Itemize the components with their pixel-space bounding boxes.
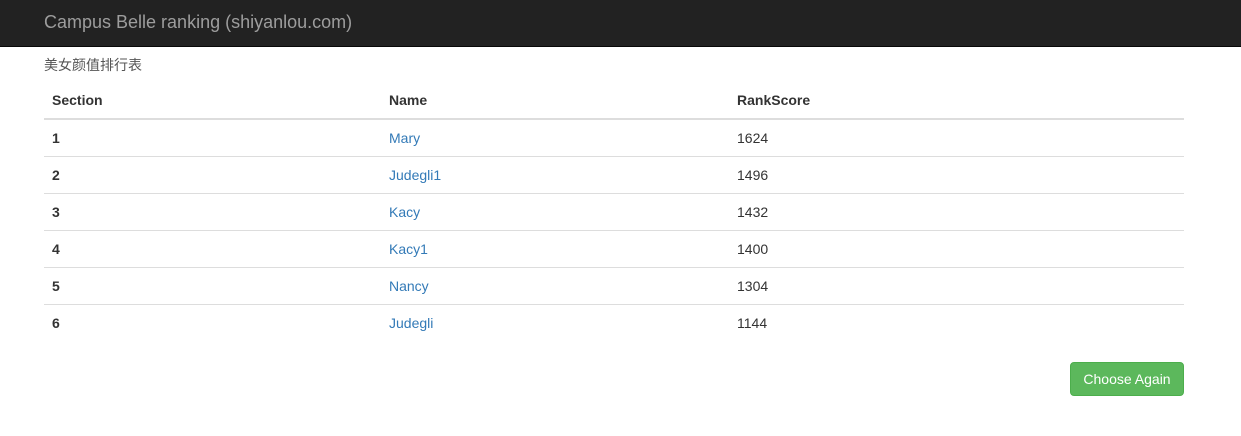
ranking-table: Section Name RankScore 1 Mary 1624 2 Jud… — [44, 82, 1184, 341]
name-cell: Kacy1 — [381, 230, 729, 268]
table-row: 5 Nancy 1304 — [44, 267, 1184, 305]
column-header-section: Section — [44, 82, 381, 120]
name-link[interactable]: Mary — [389, 130, 420, 146]
score-cell: 1624 — [737, 130, 769, 146]
table-row: 1 Mary 1624 — [44, 119, 1184, 157]
name-cell: Mary — [381, 119, 729, 157]
column-header-name: Name — [381, 82, 729, 120]
navbar: Campus Belle ranking (shiyanlou.com) — [0, 0, 1241, 47]
score-cell: 1432 — [729, 193, 1184, 231]
choose-again-button[interactable]: Choose Again — [1070, 362, 1184, 396]
name-link[interactable]: Judegli1 — [389, 167, 441, 183]
section-cell: 1 — [52, 130, 60, 146]
score-cell: 1304 — [729, 267, 1184, 305]
name-cell: Judegli1 — [381, 156, 729, 194]
page-subtitle: 美女颜值排行表 — [44, 57, 142, 73]
name-cell: Kacy — [381, 193, 729, 231]
table-body: 1 Mary 1624 2 Judegli1 1496 3 Kacy 1432 … — [44, 119, 1184, 341]
score-cell: 1496 — [729, 156, 1184, 194]
table-row: 3 Kacy 1432 — [44, 193, 1184, 231]
section-cell: 3 — [44, 193, 381, 231]
name-link[interactable]: Kacy — [389, 204, 420, 220]
section-cell: 4 — [44, 230, 381, 268]
table-row: 2 Judegli1 1496 — [44, 156, 1184, 194]
table-header: Section Name RankScore — [44, 82, 1184, 120]
name-cell: Nancy — [381, 267, 729, 305]
table-row: 4 Kacy1 1400 — [44, 230, 1184, 268]
table-row: 6 Judegli 1144 — [44, 304, 1184, 341]
section-cell: 2 — [44, 156, 381, 194]
section-cell: 5 — [44, 267, 381, 305]
navbar-brand[interactable]: Campus Belle ranking (shiyanlou.com) — [44, 12, 352, 32]
column-header-rankscore: RankScore — [729, 82, 1184, 120]
name-link[interactable]: Kacy1 — [389, 241, 428, 257]
name-link[interactable]: Nancy — [389, 278, 429, 294]
score-cell: 1144 — [729, 304, 1184, 341]
name-link[interactable]: Judegli — [389, 315, 433, 331]
name-cell: Judegli — [381, 304, 729, 341]
section-cell: 6 — [44, 304, 381, 341]
score-cell: 1400 — [729, 230, 1184, 268]
table-header-row: Section Name RankScore — [44, 82, 1184, 120]
